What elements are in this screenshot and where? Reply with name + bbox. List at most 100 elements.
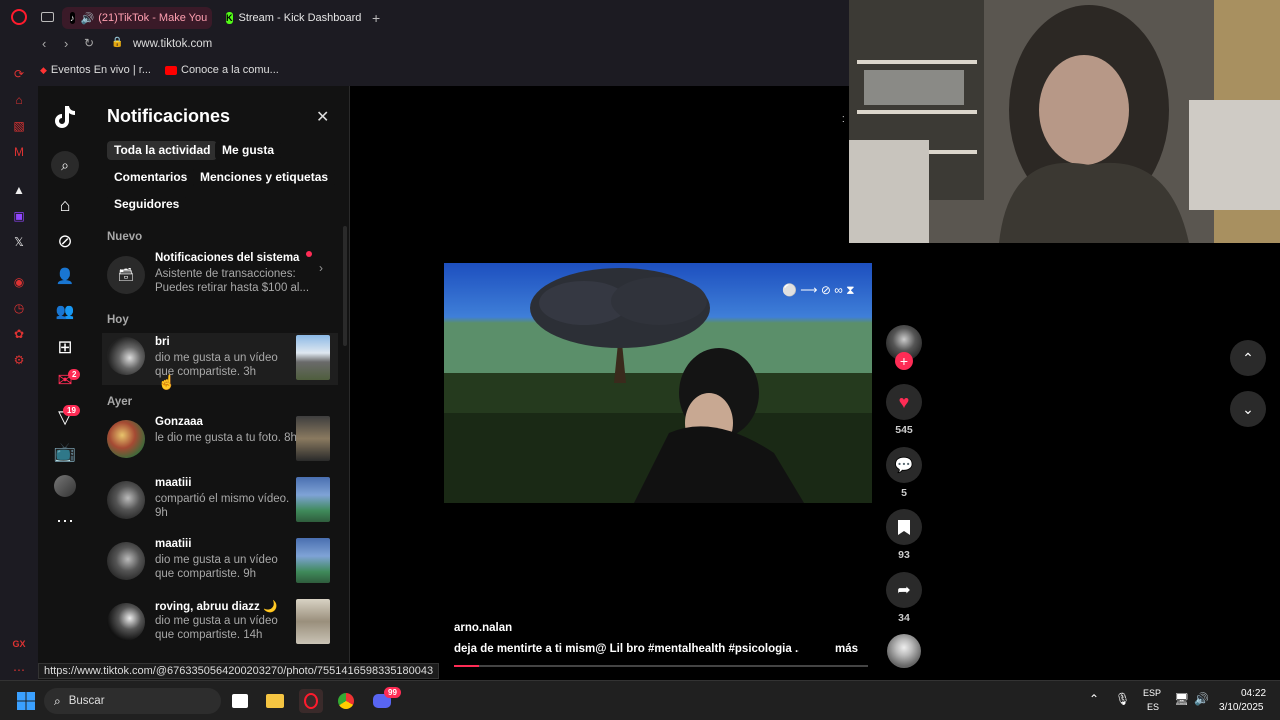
gx-control-icon[interactable]: ⟳ [11, 66, 27, 82]
tiktok-favicon-icon: ♪ [70, 12, 75, 24]
store-icon[interactable] [228, 689, 252, 713]
volume-icon[interactable]: 🔊 [1194, 692, 1209, 706]
extensions-icon[interactable]: ✿ [11, 326, 27, 342]
upload-icon[interactable]: ⊞ [51, 333, 79, 361]
kick-side-icon[interactable]: ▲ [11, 182, 27, 198]
more-icon[interactable]: ⋯ [11, 662, 27, 678]
list-item[interactable]: maatiii compartió el mismo vídeo. 9h [107, 477, 337, 529]
tab-bar: ♪ 🔊 (21)TikTok - Make You K Stream - Kic… [0, 0, 850, 34]
live-icon[interactable]: 📺 [51, 438, 79, 466]
tab-label: (21)TikTok - Make You [98, 12, 208, 24]
tab-manager-icon[interactable] [41, 12, 54, 22]
panel-scrollbar[interactable] [343, 226, 347, 346]
unread-dot [306, 251, 312, 257]
like-action[interactable]: ♥ 545 [886, 384, 922, 436]
heart-icon[interactable]: ♥ [886, 384, 922, 420]
bookmark-conoce[interactable]: Conoce a la comu... [165, 64, 279, 76]
tab-kick[interactable]: K Stream - Kick Dashboard [218, 7, 368, 29]
save-action[interactable]: 93 [886, 509, 922, 561]
x-icon[interactable]: 𝕏 [11, 234, 27, 250]
share-icon[interactable]: ➦ [886, 572, 922, 608]
opera-menu-icon[interactable] [11, 9, 27, 25]
dot-marker-icon: ⁚ [842, 115, 845, 124]
video-thumbnail[interactable] [296, 335, 330, 380]
tab-tiktok[interactable]: ♪ 🔊 (21)TikTok - Make You [62, 7, 212, 29]
video-thumbnail[interactable] [296, 599, 330, 644]
filter-followers[interactable]: Seguidores [107, 195, 187, 214]
close-icon[interactable]: ✕ [316, 107, 329, 127]
tray-chevron-icon[interactable]: ⌃ [1089, 692, 1099, 706]
windows-start-icon[interactable] [14, 689, 38, 713]
video-player[interactable]: ⚪ ⟶ ⊘ ∞ ⧗ [444, 263, 872, 503]
more-options-icon[interactable]: ⋯ [51, 507, 79, 535]
previous-video-button[interactable]: ⌃ [1230, 340, 1266, 376]
notification-message: compartió el mismo vídeo. 9h [155, 493, 290, 519]
explore-icon[interactable]: ⊘ [51, 227, 79, 255]
follow-plus-icon[interactable]: + [895, 352, 913, 370]
filter-comments[interactable]: Comentarios [107, 168, 195, 187]
language-line1[interactable]: ESP [1143, 688, 1161, 698]
file-explorer-icon[interactable] [263, 689, 287, 713]
share-action[interactable]: ➦ 34 [886, 572, 922, 624]
back-icon[interactable]: ‹ [42, 36, 46, 51]
gmail-icon[interactable]: M [11, 144, 27, 160]
home-icon[interactable]: ⌂ [51, 191, 79, 219]
notification-name: Notificaciones del sistema [155, 252, 300, 264]
reload-icon[interactable]: ↻ [84, 36, 94, 50]
history-icon[interactable]: ◷ [11, 300, 27, 316]
photo-thumbnail[interactable] [296, 416, 330, 461]
video-thumbnail[interactable] [296, 477, 330, 522]
url-field[interactable]: www.tiktok.com [133, 38, 212, 50]
clock-date[interactable]: 3/10/2025 [1219, 702, 1264, 713]
more-link[interactable]: más [835, 643, 858, 655]
system-notification[interactable]: 🗃 Notificaciones del sistema Asistente d… [107, 251, 337, 304]
clock-time[interactable]: 04:22 [1241, 688, 1266, 699]
notification-name: roving, abruu diazz 🌙 [155, 601, 278, 613]
twitter-icon[interactable]: ▧ [11, 118, 27, 134]
sound-avatar[interactable] [886, 634, 922, 668]
progress-track[interactable] [454, 665, 868, 667]
filter-mentions[interactable]: Menciones y etiquetas [193, 168, 336, 187]
notification-message: dio me gusta a un vídeo que compartiste.… [155, 554, 278, 580]
next-video-button[interactable]: ⌄ [1230, 391, 1266, 427]
comment-action[interactable]: 💬 5 [886, 447, 922, 499]
notification-name: maatiii [155, 477, 192, 489]
taskbar-search[interactable]: ⌕ Buscar [44, 688, 221, 714]
flow-icon[interactable]: ⌂ [11, 92, 27, 108]
language-line2[interactable]: ES [1147, 702, 1159, 712]
opera-gx-icon[interactable] [299, 689, 323, 713]
author-name[interactable]: arno.nalan [454, 622, 512, 634]
like-count: 545 [895, 424, 913, 436]
twitch-icon[interactable]: ▣ [11, 208, 27, 224]
list-item[interactable]: bri dio me gusta a un vídeo que comparti… [102, 333, 338, 385]
bookmark-eventos[interactable]: ◆ Eventos En vivo | r... [40, 64, 151, 76]
profile-avatar[interactable] [51, 472, 79, 500]
search-icon[interactable]: ⌕ [51, 151, 79, 179]
new-tab-plus-icon[interactable]: + [372, 10, 380, 26]
avatar [107, 603, 145, 641]
list-item[interactable]: maatiii dio me gusta a un vídeo que comp… [107, 538, 337, 590]
opera-sidebar: ⟳ ⌂ ▧ M ▲ ▣ 𝕏 ◉ ◷ ✿ ⚙ GX ⋯ [0, 56, 38, 680]
comment-count: 5 [901, 487, 907, 499]
comment-icon[interactable]: 💬 [886, 447, 922, 483]
list-item[interactable]: roving, abruu diazz 🌙 dio me gusta a un … [107, 599, 337, 651]
forward-icon[interactable]: › [64, 36, 68, 51]
microphone-icon[interactable]: 🎙 [1115, 692, 1130, 706]
video-caption: deja de mentirte a ti mism@ Lil bro #men… [454, 643, 799, 655]
creator-avatar[interactable]: + [886, 325, 922, 370]
network-icon[interactable]: 🖥 [1174, 692, 1189, 706]
player-icon[interactable]: ◉ [11, 274, 27, 290]
filter-all[interactable]: Toda la actividad [107, 141, 218, 160]
windows-taskbar: ⌕ Buscar 99 ⌃ 🎙 ESP ES 🖥 🔊 04:22 3/10/20… [0, 680, 1280, 720]
tiktok-logo-icon[interactable] [51, 103, 79, 131]
friends-icon[interactable]: 👥 [51, 297, 79, 325]
video-thumbnail[interactable] [296, 538, 330, 583]
following-icon[interactable]: 👤 [51, 262, 79, 290]
chrome-icon[interactable] [334, 689, 358, 713]
speaker-icon[interactable]: 🔊 [81, 12, 95, 25]
filter-likes[interactable]: Me gusta [215, 141, 282, 160]
search-placeholder: Buscar [68, 695, 105, 707]
bookmark-icon[interactable] [886, 509, 922, 545]
settings-icon[interactable]: ⚙ [11, 352, 27, 368]
list-item[interactable]: Gonzaaa le dio me gusta a tu foto. 8h [107, 416, 337, 468]
